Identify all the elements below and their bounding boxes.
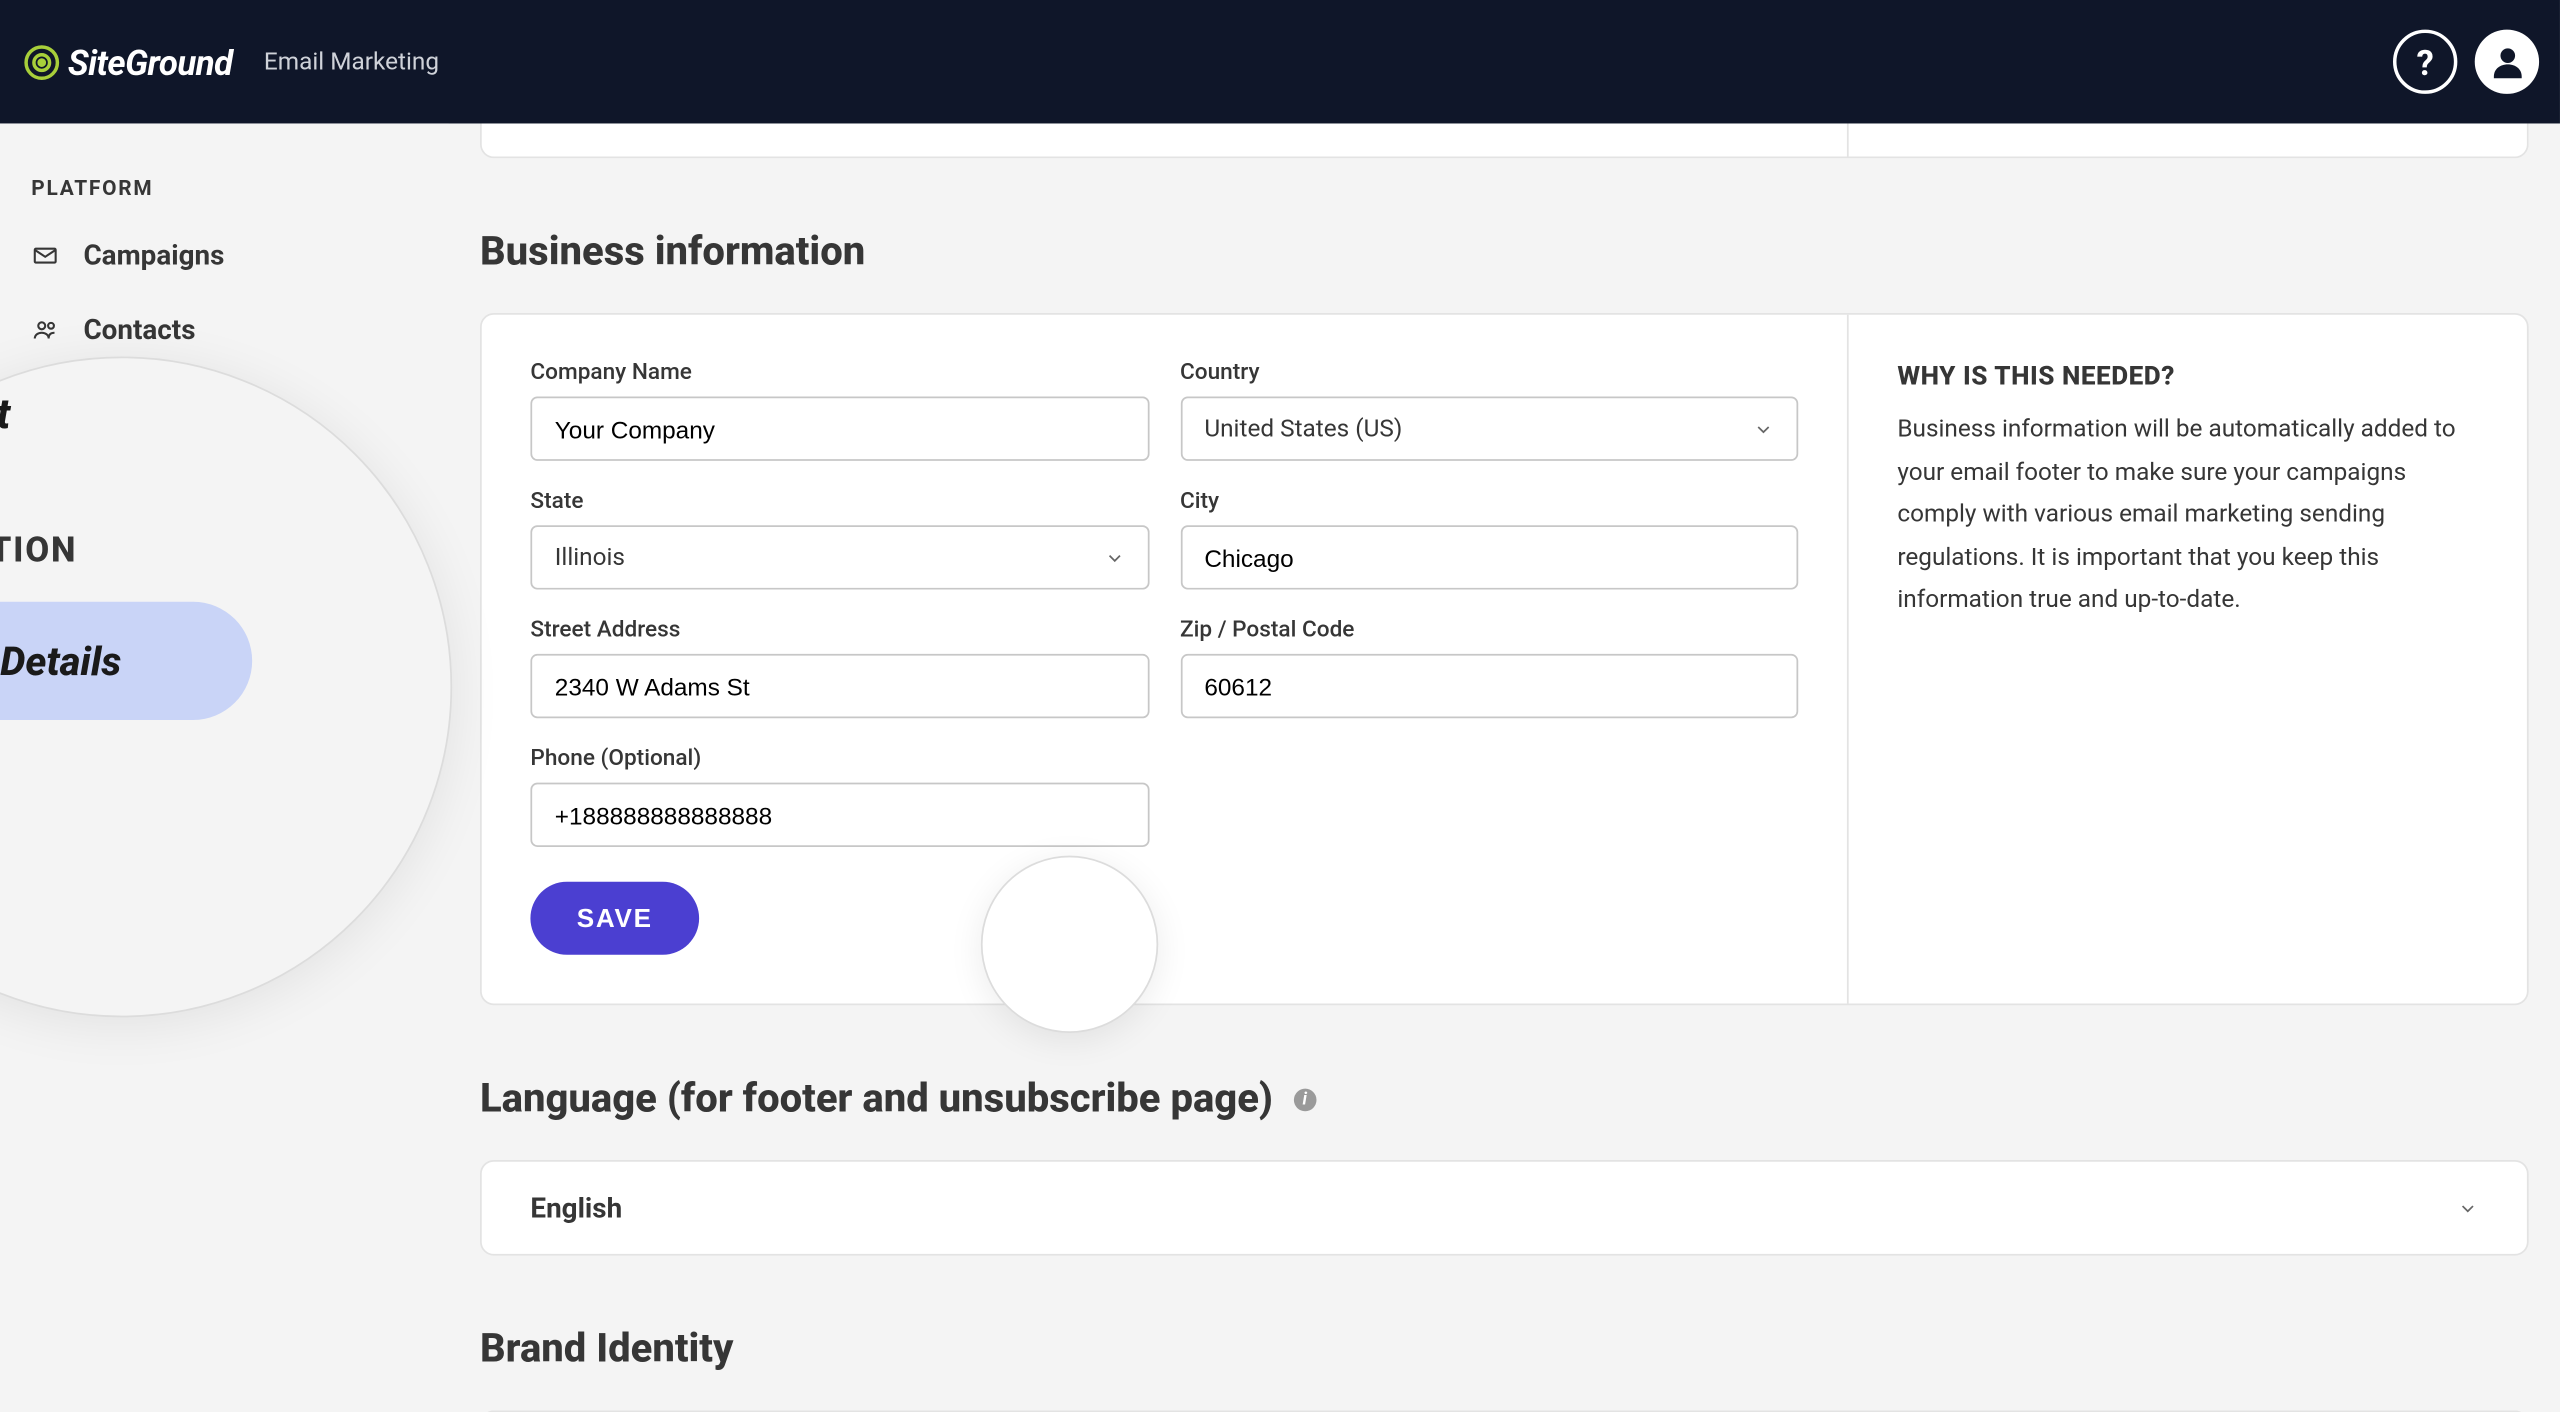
chevron-down-icon xyxy=(2457,1197,2478,1218)
field-state: State Illinois xyxy=(530,489,1148,590)
field-phone: Phone (Optional) xyxy=(530,746,1148,847)
avatar-icon xyxy=(2486,41,2528,83)
select-state[interactable]: Illinois xyxy=(530,525,1148,589)
sidebar-item-label: Contacts xyxy=(83,313,195,346)
info-text: Business information will be automatical… xyxy=(1897,409,2478,622)
section-title-language: Language (for footer and unsubscribe pag… xyxy=(480,1075,2529,1122)
app-name: Email Marketing xyxy=(264,48,439,76)
label-city: City xyxy=(1180,489,1798,515)
field-country: Country United States (US) xyxy=(1180,360,1798,461)
select-country-value: United States (US) xyxy=(1204,415,1402,443)
sidebar-item-campaigns[interactable]: Campaigns xyxy=(0,217,449,292)
previous-card-bottom xyxy=(480,123,2529,158)
contacts-icon xyxy=(31,316,59,344)
language-selector[interactable]: English xyxy=(480,1160,2529,1256)
field-city: City xyxy=(1180,489,1798,590)
label-street: Street Address xyxy=(530,617,1148,643)
info-heading: WHY IS THIS NEEDED? xyxy=(1897,360,2478,391)
analytics-label-partial: Analyt xyxy=(0,390,10,439)
label-zip: Zip / Postal Code xyxy=(1180,617,1798,643)
sidebar-item-contacts[interactable]: Contacts xyxy=(0,292,449,367)
label-phone: Phone (Optional) xyxy=(530,746,1148,772)
label-company-name: Company Name xyxy=(530,360,1148,386)
field-zip: Zip / Postal Code xyxy=(1180,617,1798,718)
language-value: English xyxy=(530,1191,622,1224)
info-icon[interactable]: i xyxy=(1293,1089,1316,1112)
logo-icon xyxy=(21,41,63,83)
business-info-card: Company Name Country United States (US) xyxy=(480,313,2529,1005)
input-phone[interactable] xyxy=(530,783,1148,847)
chevron-down-icon xyxy=(1753,418,1774,439)
app-header: SiteGround Email Marketing ? xyxy=(0,0,2560,123)
sidebar-item-analytics-zoomed[interactable]: Analyt xyxy=(0,372,31,455)
brand-name: SiteGround xyxy=(68,41,233,83)
select-country[interactable]: United States (US) xyxy=(1180,397,1798,461)
section-title-business: Business information xyxy=(480,228,2529,275)
sidebar-item-sender-details-zoomed[interactable]: Sender Details xyxy=(0,602,252,720)
brand-logo[interactable]: SiteGround xyxy=(21,41,233,83)
profile-button[interactable] xyxy=(2475,30,2539,94)
help-icon: ? xyxy=(2417,41,2434,83)
sidebar-section-platform: PLATFORM xyxy=(0,158,449,217)
chevron-down-icon xyxy=(1103,547,1124,568)
input-street[interactable] xyxy=(530,654,1148,718)
field-company-name: Company Name xyxy=(530,360,1148,461)
magnifier-overlay: Analyt CONFIGURATION Sender Details xyxy=(0,357,452,1018)
input-zip[interactable] xyxy=(1180,654,1798,718)
section-title-brand-identity: Brand Identity xyxy=(480,1325,2529,1372)
sidebar-section-configuration-zoomed: CONFIGURATION xyxy=(0,529,77,571)
sidebar-item-label: Campaigns xyxy=(83,238,224,271)
envelope-icon xyxy=(31,241,59,269)
sender-details-label: Sender Details xyxy=(0,637,121,684)
input-city[interactable] xyxy=(1180,525,1798,589)
help-button[interactable]: ? xyxy=(2393,30,2457,94)
input-company-name[interactable] xyxy=(530,397,1148,461)
field-street: Street Address xyxy=(530,617,1148,718)
select-state-value: Illinois xyxy=(555,543,625,571)
label-country: Country xyxy=(1180,360,1798,386)
main-content: Business information Company Name Countr… xyxy=(449,123,2560,1412)
save-button[interactable]: SAVE xyxy=(530,882,699,955)
label-state: State xyxy=(530,489,1148,515)
